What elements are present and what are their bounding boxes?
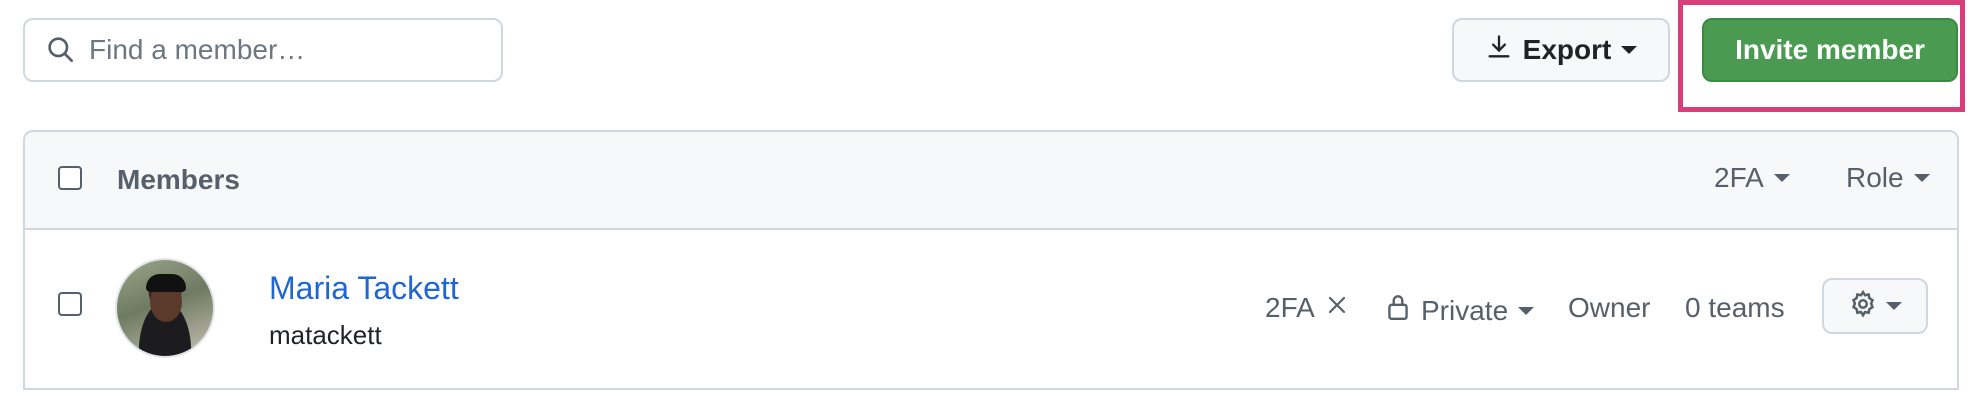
lock-icon — [1385, 292, 1411, 329]
visibility-label: Private — [1421, 294, 1509, 326]
chevron-down-icon — [1773, 174, 1790, 182]
members-heading: Members — [117, 164, 240, 195]
member-search[interactable] — [23, 18, 503, 82]
table-row: Maria Tackett matackett 2FA Private Owne… — [25, 230, 1957, 388]
row-checkbox[interactable] — [58, 292, 82, 316]
filter-role-label: Role — [1846, 162, 1904, 193]
avatar[interactable] — [115, 258, 215, 358]
filter-2fa-dropdown[interactable]: 2FA — [1714, 162, 1790, 194]
twofa-status: 2FA — [1265, 292, 1349, 324]
invite-member-label: Invite member — [1735, 34, 1925, 65]
filter-role-dropdown[interactable]: Role — [1846, 162, 1930, 194]
visibility-dropdown[interactable]: Private — [1385, 292, 1535, 329]
invite-member-button[interactable]: Invite member — [1702, 18, 1958, 82]
member-settings-button[interactable] — [1822, 278, 1928, 334]
avatar-hair — [146, 274, 186, 292]
filter-2fa-label: 2FA — [1714, 162, 1764, 193]
member-username: matackett — [269, 320, 382, 350]
export-button[interactable]: Export — [1452, 18, 1670, 82]
member-name-link[interactable]: Maria Tackett — [269, 270, 459, 307]
member-role: Owner — [1568, 292, 1651, 323]
gear-icon — [1848, 289, 1878, 324]
chevron-down-icon — [1621, 46, 1638, 54]
search-icon — [41, 30, 81, 70]
member-teams-count: 0 teams — [1685, 292, 1785, 323]
members-table: Members 2FA Role Maria Tackett matackett… — [23, 130, 1959, 390]
chevron-down-icon — [1913, 174, 1930, 182]
x-icon — [1325, 292, 1349, 324]
chevron-down-icon — [1886, 302, 1902, 310]
chevron-down-icon — [1518, 306, 1535, 315]
table-header: Members 2FA Role — [25, 132, 1957, 230]
twofa-label: 2FA — [1265, 292, 1315, 323]
select-all-checkbox[interactable] — [58, 166, 82, 190]
search-input[interactable] — [89, 34, 489, 66]
export-label: Export — [1522, 34, 1612, 65]
download-icon — [1485, 33, 1513, 68]
